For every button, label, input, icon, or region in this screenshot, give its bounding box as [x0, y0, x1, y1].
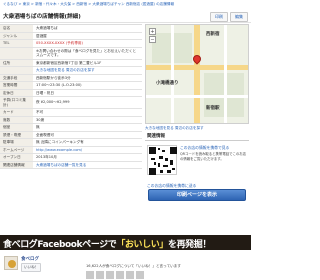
map-road — [146, 65, 248, 70]
info-row-value: 夜 ¥2,000〜¥2,999 — [36, 100, 70, 105]
edit-button[interactable]: 編集 — [230, 12, 248, 22]
map-links[interactable]: 大きな地図を見る 周辺のお店を探す — [145, 126, 249, 131]
info-row: 席数 30席 — [0, 116, 142, 124]
map-road — [171, 25, 174, 123]
info-row: オープン日 2013年10月 — [0, 154, 142, 162]
avatar[interactable] — [106, 271, 114, 279]
info-row-value: 無 近隣にコインパーキング有 — [36, 140, 84, 144]
breadcrumb[interactable]: ぐるなび > 東京 > 新宿・代々木・大久保 > 西新宿 > 大衆酒場ちばチャン… — [0, 0, 251, 9]
info-row-value[interactable]: 大衆酒場ちばの店舗一覧を見る — [33, 162, 142, 169]
info-row: 交通手段 西新宿駅から徒歩3分 — [0, 74, 142, 82]
info-row: 店名 大衆酒場ちば — [0, 25, 142, 33]
info-row-value: 050-XXXX-XXXX (予約専用) — [36, 41, 83, 45]
info-row-key: 交通手段 — [0, 74, 33, 81]
info-row-key: 関連店舗情報 — [0, 161, 33, 168]
zoom-out-button[interactable]: − — [149, 36, 156, 43]
info-row-value: 30席 — [36, 117, 45, 122]
breadcrumb-text[interactable]: ぐるなび > 東京 > 新宿・代々木・大久保 > 西新宿 > 大衆酒場ちばチャン… — [3, 2, 174, 6]
info-row: 住所 東京都新宿区西新宿7丁目 第二豊ビル1F — [0, 59, 142, 67]
info-row-key: ジャンル — [0, 32, 33, 39]
qr-block: このお店の情報を携帯で見る QRコードを読み取ると携帯電話でこのお店の情報をご覧… — [145, 143, 249, 181]
info-row-value: 居酒屋 — [36, 33, 47, 38]
info-row-value: 17:00〜23:30 (L.O.23:00) — [36, 83, 82, 87]
map-label: 新宿駅 — [206, 106, 220, 111]
store-info-table: 店名 大衆酒場ちば ジャンル 居酒屋 TEL 050-XXXX-XXXX (予約専用) ※お… — [0, 24, 142, 169]
avatar[interactable] — [116, 271, 124, 279]
qr-description: QRコードを読み取ると携帯電話でこのお店の情報をご覧いただけます。 — [180, 152, 247, 161]
map-label: 小滝橋通り — [156, 81, 179, 86]
info-row-value: 西新宿駅から徒歩3分 — [36, 75, 71, 80]
info-row: 大きな地図を見る 周辺のお店を探す — [0, 67, 142, 75]
info-row-value: 全面喫煙可 — [36, 132, 54, 137]
tabelog-logo-icon[interactable] — [4, 256, 18, 270]
facebook-like-button[interactable]: いいね！ — [21, 263, 42, 272]
map-road — [194, 25, 200, 123]
info-row-value: 大衆酒場ちば — [36, 26, 58, 30]
banner-text: 食べログFacebookページで「おいしい」を再発掘！ — [3, 237, 211, 250]
info-row: TEL 050-XXXX-XXXX (予約専用) — [0, 40, 142, 48]
info-row-key: 店名 — [0, 25, 33, 32]
info-row-value: 無 — [36, 125, 40, 129]
info-row-key: 禁煙・喫煙 — [0, 131, 33, 138]
info-row-key: 住所 — [0, 59, 33, 66]
map-road — [146, 95, 248, 98]
related-info-heading: 関連情報 — [145, 133, 249, 141]
info-row: 禁煙・喫煙 全面喫煙可 — [0, 131, 142, 139]
info-row-key: オープン日 — [0, 154, 33, 161]
avatar[interactable] — [126, 271, 134, 279]
print-page-button[interactable]: 印刷ページを表示 — [148, 189, 246, 201]
avatar[interactable] — [86, 271, 94, 279]
qr-code-icon — [147, 145, 177, 175]
info-row-key: ホームページ — [0, 146, 33, 153]
info-row: カード 不可 — [0, 109, 142, 117]
zoom-in-button[interactable]: + — [149, 28, 156, 35]
banner-highlight: 「おいしい」 — [116, 240, 168, 250]
banner-prefix: 食べログ — [3, 240, 38, 250]
info-row-key — [0, 47, 33, 59]
facebook-banner[interactable]: 食べログFacebookページで「おいしい」を再発掘！ — [0, 235, 251, 250]
facebook-widget: 食べログ いいね！ 16,622人が食べログについて「いいね！」と言っています — [0, 251, 251, 280]
info-row-value: 不可 — [36, 110, 44, 114]
page-title: 大衆酒場ちばの店舗情報(詳細) — [3, 14, 81, 20]
info-row: 駐車場無 近隣にコインパーキング有 — [0, 139, 142, 147]
info-row-key: 個室 — [0, 124, 33, 131]
info-row-key: TEL — [0, 40, 33, 47]
info-row-value: 2013年10月 — [36, 155, 57, 159]
info-row: 定休日 日曜・祝日 — [0, 89, 142, 97]
info-row: 予算(口コミ集計) 夜 ¥2,000〜¥2,999 — [0, 97, 142, 109]
facebook-page-name[interactable]: 食べログ — [21, 256, 39, 262]
map-label: 西新宿 — [206, 32, 220, 37]
info-row: 関連店舗情報 大衆酒場ちばの店舗一覧を見る — [0, 161, 142, 169]
info-row-value: 日曜・祝日 — [36, 90, 54, 95]
print-button[interactable]: 印刷 — [210, 12, 228, 22]
info-row: 個室無 — [0, 124, 142, 132]
info-row-key: 予算(口コミ集計) — [0, 97, 33, 108]
info-row: ※お問い合わせの際は「食べログを見た」とお伝えいただくとスムーズです。 — [0, 47, 142, 60]
info-row-value[interactable]: 大きな地図を見る 周辺のお店を探す — [33, 67, 142, 74]
info-row-value: ※お問い合わせの際は「食べログを見た」とお伝えいただくとスムーズです。 — [36, 48, 137, 58]
map-road — [224, 25, 227, 123]
banner-suffix: を再発掘！ — [167, 240, 211, 250]
info-row-value: 東京都新宿区西新宿7丁目 第二豊ビル1F — [36, 60, 102, 65]
page-header: 大衆酒場ちばの店舗情報(詳細) 印刷 編集 — [0, 9, 251, 23]
banner-middle: Facebookページで — [37, 240, 117, 250]
info-row: ホームページ http://www.example.com/ — [0, 146, 142, 154]
avatar[interactable] — [96, 271, 104, 279]
store-map[interactable]: 西新宿 小滝橋通り 新宿駅 + − — [145, 24, 249, 124]
info-row-value[interactable]: http://www.example.com/ — [33, 147, 142, 154]
info-row-key: カード — [0, 109, 33, 116]
info-row-key: 席数 — [0, 116, 33, 123]
info-row: ジャンル 居酒屋 — [0, 32, 142, 40]
info-row-key: 営業時間 — [0, 82, 33, 89]
info-row: 営業時間 17:00〜23:30 (L.O.23:00) — [0, 82, 142, 90]
qr-title[interactable]: このお店の情報を携帯で見る — [180, 145, 229, 151]
info-row-key: 定休日 — [0, 89, 33, 96]
info-row-key — [0, 67, 33, 74]
avatar[interactable] — [136, 271, 144, 279]
info-row-key: 駐車場 — [0, 139, 33, 146]
facebook-like-count: 16,622人が食べログについて「いいね！」と言っています — [86, 264, 181, 268]
